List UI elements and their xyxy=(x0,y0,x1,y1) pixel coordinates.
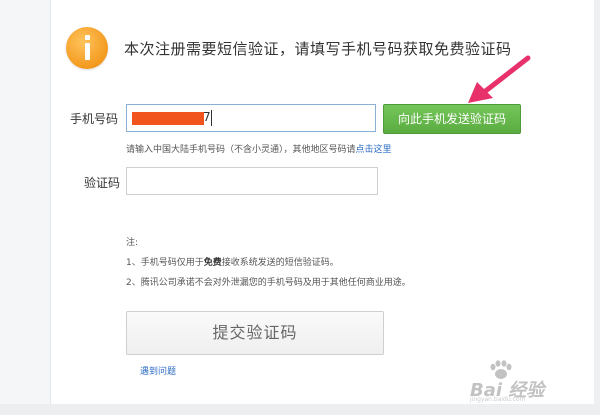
watermark-url: jingyan.baidu.com xyxy=(470,396,526,403)
annotation-arrow-shaft xyxy=(480,55,531,96)
baidu-watermark: Bai 经验 jingyan.baidu.com xyxy=(470,356,590,403)
annotation-arrow xyxy=(468,55,531,103)
